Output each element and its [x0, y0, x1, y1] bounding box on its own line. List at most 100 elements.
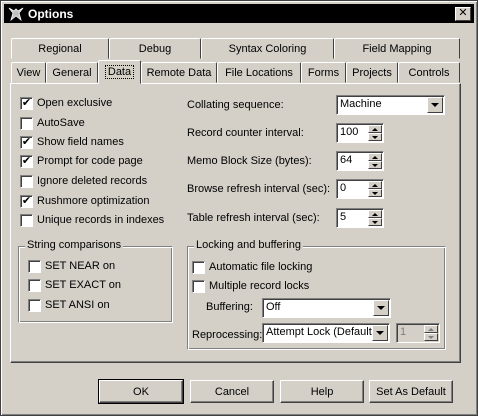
tab-forms[interactable]: Forms: [301, 62, 346, 83]
tab-data[interactable]: Data: [98, 60, 141, 84]
set-ansi-label: SET ANSI on: [45, 299, 110, 311]
dropdown-button[interactable]: [372, 325, 388, 341]
reprocessing-select[interactable]: Attempt Lock (Default): [262, 323, 390, 343]
spinner-buttons[interactable]: [368, 181, 382, 197]
memo-block-label: Memo Block Size (bytes):: [187, 155, 312, 167]
memo-block-value: 64: [340, 154, 353, 166]
spin-up-button[interactable]: [368, 125, 382, 133]
tab-general[interactable]: General: [46, 62, 98, 83]
memo-block-spinner[interactable]: 64: [336, 151, 384, 171]
close-button[interactable]: ✕: [455, 6, 471, 21]
arrow-down-icon: [372, 135, 378, 139]
buffering-value: Off: [266, 301, 281, 313]
window-title: Options: [28, 6, 74, 21]
checkbox-box: [20, 213, 33, 227]
spin-down-button[interactable]: [368, 189, 382, 197]
reprocessing-count-spinner: 1: [396, 323, 440, 343]
browse-refresh-value: 0: [340, 182, 347, 194]
arrow-up-icon: [372, 183, 378, 187]
checkbox-box: [28, 278, 41, 292]
reprocessing-count-value: 1: [400, 326, 407, 338]
chevron-down-icon: [431, 103, 439, 107]
ok-button[interactable]: OK: [98, 379, 184, 404]
table-refresh-spinner[interactable]: 5: [336, 208, 384, 228]
show-field-names-checkbox[interactable]: ✔ Show field names: [20, 134, 124, 150]
arrow-up-icon: [372, 155, 378, 159]
arrow-up-icon: [372, 212, 378, 216]
spin-down-button[interactable]: [368, 161, 382, 169]
tab-file-locations[interactable]: File Locations: [217, 62, 301, 83]
auto-file-locking-label: Automatic file locking: [209, 261, 313, 273]
multiple-record-locks-label: Multiple record locks: [209, 280, 310, 292]
tab-debug[interactable]: Debug: [109, 38, 201, 59]
tab-syntax-coloring[interactable]: Syntax Coloring: [201, 38, 334, 59]
spin-down-button[interactable]: [368, 218, 382, 226]
buffering-select[interactable]: Off: [262, 298, 391, 318]
spin-up-button[interactable]: [368, 210, 382, 218]
checkbox-box: [20, 174, 33, 188]
collating-select[interactable]: Machine: [336, 95, 445, 115]
set-near-checkbox[interactable]: SET NEAR on: [28, 258, 115, 274]
spinner-buttons: [424, 325, 438, 341]
arrow-up-icon: [372, 127, 378, 131]
record-counter-spinner[interactable]: 100: [336, 123, 384, 143]
dropdown-button[interactable]: [427, 97, 443, 113]
spin-up-button: [424, 325, 438, 333]
reprocessing-value: Attempt Lock (Default): [266, 326, 376, 338]
browse-refresh-spinner[interactable]: 0: [336, 179, 384, 199]
spinner-buttons[interactable]: [368, 153, 382, 169]
rushmore-checkbox[interactable]: ✔ Rushmore optimization: [20, 193, 150, 209]
chevron-down-icon: [377, 306, 385, 310]
set-exact-checkbox[interactable]: SET EXACT on: [28, 277, 121, 293]
spin-up-button[interactable]: [368, 181, 382, 189]
set-near-label: SET NEAR on: [45, 260, 116, 272]
show-field-names-label: Show field names: [37, 136, 124, 148]
spin-up-button[interactable]: [368, 153, 382, 161]
spinner-buttons[interactable]: [368, 210, 382, 226]
tab-controls[interactable]: Controls: [398, 62, 460, 83]
title-bar[interactable]: Options ✕: [4, 4, 474, 23]
prompt-code-page-label: Prompt for code page: [37, 155, 143, 167]
options-dialog: Options ✕ Regional Debug Syntax Coloring…: [0, 0, 478, 416]
spin-down-button[interactable]: [368, 133, 382, 141]
checkbox-box: [28, 298, 41, 312]
set-as-default-button[interactable]: Set As Default: [369, 380, 453, 403]
tab-regional[interactable]: Regional: [11, 38, 109, 59]
ignore-deleted-label: Ignore deleted records: [37, 175, 148, 187]
collating-value: Machine: [340, 98, 382, 110]
multiple-record-locks-checkbox[interactable]: Multiple record locks: [192, 278, 309, 294]
dropdown-button[interactable]: [373, 300, 389, 316]
autosave-label: AutoSave: [37, 117, 85, 129]
autosave-checkbox[interactable]: AutoSave: [20, 115, 85, 131]
collating-label: Collating sequence:: [187, 99, 284, 111]
browse-refresh-label: Browse refresh interval (sec):: [187, 183, 331, 195]
checkbox-box: [192, 279, 205, 293]
cancel-button[interactable]: Cancel: [190, 380, 274, 403]
tab-projects[interactable]: Projects: [346, 62, 398, 83]
set-ansi-checkbox[interactable]: SET ANSI on: [28, 297, 110, 313]
checkbox-box: [192, 260, 205, 274]
checkbox-box: [28, 259, 41, 273]
close-icon: ✕: [458, 7, 468, 19]
open-exclusive-label: Open exclusive: [37, 97, 113, 109]
checkbox-box: ✔: [20, 194, 33, 208]
table-refresh-value: 5: [340, 211, 347, 223]
ignore-deleted-checkbox[interactable]: Ignore deleted records: [20, 173, 147, 189]
spinner-buttons[interactable]: [368, 125, 382, 141]
spin-down-button: [424, 333, 438, 341]
help-button[interactable]: Help: [280, 380, 364, 403]
arrow-down-icon: [372, 163, 378, 167]
reprocessing-label: Reprocessing:: [192, 329, 263, 341]
unique-records-checkbox[interactable]: Unique records in indexes: [20, 212, 164, 228]
open-exclusive-checkbox[interactable]: ✔ Open exclusive: [20, 95, 112, 111]
tab-field-mapping[interactable]: Field Mapping: [334, 38, 460, 59]
unique-records-label: Unique records in indexes: [37, 214, 165, 226]
check-mark-icon: ✔: [21, 96, 32, 109]
auto-file-locking-checkbox[interactable]: Automatic file locking: [192, 259, 312, 275]
tab-view[interactable]: View: [11, 62, 46, 83]
tab-remote-data[interactable]: Remote Data: [141, 62, 217, 83]
buffering-label: Buffering:: [206, 301, 253, 313]
checkbox-box: ✔: [20, 96, 33, 110]
locking-buffering-title: Locking and buffering: [194, 239, 303, 251]
prompt-code-page-checkbox[interactable]: ✔ Prompt for code page: [20, 153, 143, 169]
